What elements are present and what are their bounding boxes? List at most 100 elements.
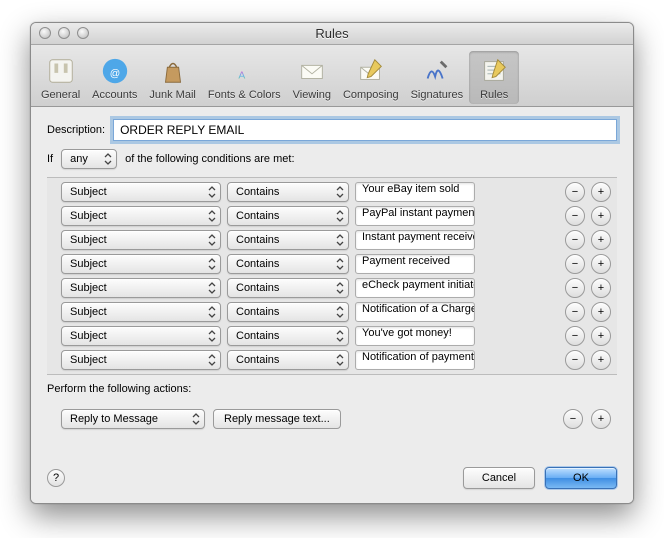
condition-field-popup[interactable]: Subject bbox=[61, 278, 221, 298]
titlebar: Rules bbox=[31, 23, 633, 45]
chevron-up-down-icon bbox=[208, 210, 216, 222]
plus-icon: + bbox=[598, 211, 604, 222]
condition-operator-popup[interactable]: Contains bbox=[227, 350, 349, 370]
close-window-button[interactable] bbox=[39, 27, 51, 39]
remove-condition-button[interactable]: − bbox=[565, 206, 585, 226]
chevron-up-down-icon bbox=[336, 186, 344, 198]
remove-condition-button[interactable]: − bbox=[565, 326, 585, 346]
add-condition-button[interactable]: + bbox=[591, 302, 611, 322]
window-controls bbox=[39, 27, 89, 39]
add-condition-button[interactable]: + bbox=[591, 230, 611, 250]
tab-composing[interactable]: Composing bbox=[337, 51, 405, 104]
condition-operator-popup[interactable]: Contains bbox=[227, 326, 349, 346]
zoom-window-button[interactable] bbox=[77, 27, 89, 39]
condition-row: Subject Contains You've got money! −+ bbox=[47, 326, 617, 346]
tab-fonts-colors[interactable]: A Fonts & Colors bbox=[202, 51, 287, 104]
description-input[interactable] bbox=[113, 119, 617, 141]
minus-icon: − bbox=[572, 235, 578, 246]
condition-value-input[interactable]: Your eBay item sold bbox=[355, 182, 475, 202]
add-condition-button[interactable]: + bbox=[591, 326, 611, 346]
condition-operator-popup[interactable]: Contains bbox=[227, 302, 349, 322]
condition-field-popup[interactable]: Subject bbox=[61, 350, 221, 370]
conditions-list: SubjectContainsYour eBay item sold−+Subj… bbox=[47, 177, 617, 375]
add-condition-button[interactable]: + bbox=[591, 206, 611, 226]
tab-viewing[interactable]: Viewing bbox=[287, 51, 337, 104]
tab-rules[interactable]: Rules bbox=[469, 51, 519, 104]
minus-icon: − bbox=[572, 283, 578, 294]
condition-field-popup[interactable]: Subject bbox=[61, 206, 221, 226]
remove-condition-button[interactable]: − bbox=[565, 350, 585, 370]
description-row: Description: bbox=[47, 119, 617, 141]
condition-value-input[interactable]: eCheck payment initiated bbox=[355, 278, 475, 298]
ok-button[interactable]: OK bbox=[545, 467, 617, 489]
signature-icon bbox=[421, 55, 453, 87]
remove-condition-button[interactable]: − bbox=[565, 230, 585, 250]
condition-field-popup[interactable]: Subject bbox=[61, 254, 221, 274]
add-condition-button[interactable]: + bbox=[591, 254, 611, 274]
chevron-up-down-icon bbox=[208, 258, 216, 270]
button-label: Reply message text... bbox=[224, 413, 330, 425]
minus-icon: − bbox=[572, 211, 578, 222]
plus-icon: + bbox=[598, 355, 604, 366]
tab-label: Accounts bbox=[92, 89, 137, 101]
condition-value-input[interactable]: Payment received bbox=[355, 254, 475, 274]
if-suffix-label: of the following conditions are met: bbox=[125, 153, 294, 165]
window-title: Rules bbox=[31, 26, 633, 41]
add-condition-button[interactable]: + bbox=[591, 182, 611, 202]
chevron-up-down-icon bbox=[208, 354, 216, 366]
actions-list: Reply to Message Reply message text... −… bbox=[47, 403, 617, 435]
tab-label: Viewing bbox=[293, 89, 331, 101]
chevron-up-down-icon bbox=[208, 306, 216, 318]
tab-label: Signatures bbox=[411, 89, 464, 101]
minus-icon: − bbox=[572, 259, 578, 270]
condition-operator-popup[interactable]: Contains bbox=[227, 230, 349, 250]
remove-condition-button[interactable]: − bbox=[565, 302, 585, 322]
tab-signatures[interactable]: Signatures bbox=[405, 51, 470, 104]
condition-value-input[interactable]: PayPal instant payment bbox=[355, 206, 475, 226]
condition-value-input[interactable]: Notification of payment bbox=[355, 350, 475, 370]
condition-value-input[interactable]: Notification of a Chargeback bbox=[355, 302, 475, 322]
condition-value-input[interactable]: You've got money! bbox=[355, 326, 475, 346]
remove-condition-button[interactable]: − bbox=[565, 278, 585, 298]
reply-text-button[interactable]: Reply message text... bbox=[213, 409, 341, 429]
condition-operator-popup[interactable]: Contains bbox=[227, 254, 349, 274]
popup-value: Contains bbox=[236, 282, 279, 294]
remove-condition-button[interactable]: − bbox=[565, 254, 585, 274]
add-condition-button[interactable]: + bbox=[591, 278, 611, 298]
preferences-toolbar: General @ Accounts Junk Mail A Fonts & C… bbox=[31, 45, 633, 107]
cancel-button[interactable]: Cancel bbox=[463, 467, 535, 489]
chevron-up-down-icon bbox=[192, 413, 200, 425]
remove-condition-button[interactable]: − bbox=[565, 182, 585, 202]
help-button[interactable]: ? bbox=[47, 469, 65, 487]
chevron-up-down-icon bbox=[208, 282, 216, 294]
condition-row: Subject Contains Instant payment received −… bbox=[47, 230, 617, 250]
condition-operator-popup[interactable]: Contains bbox=[227, 206, 349, 226]
add-action-button[interactable]: + bbox=[591, 409, 611, 429]
sheet-footer: ? Cancel OK bbox=[47, 461, 617, 489]
minimize-window-button[interactable] bbox=[58, 27, 70, 39]
rule-sheet: Description: If any of the following con… bbox=[31, 107, 633, 503]
condition-field-popup[interactable]: Subject bbox=[61, 302, 221, 322]
tab-accounts[interactable]: @ Accounts bbox=[86, 51, 143, 104]
tab-general[interactable]: General bbox=[35, 51, 86, 104]
add-condition-button[interactable]: + bbox=[591, 350, 611, 370]
popup-value: Contains bbox=[236, 258, 279, 270]
action-row: Reply to Message Reply message text... −… bbox=[61, 409, 611, 429]
condition-field-popup[interactable]: Subject bbox=[61, 230, 221, 250]
popup-value: Subject bbox=[70, 354, 107, 366]
minus-icon: − bbox=[572, 187, 578, 198]
any-all-popup[interactable]: any bbox=[61, 149, 117, 169]
condition-value-input[interactable]: Instant payment received bbox=[355, 230, 475, 250]
condition-operator-popup[interactable]: Contains bbox=[227, 278, 349, 298]
chevron-up-down-icon bbox=[336, 306, 344, 318]
tab-junk-mail[interactable]: Junk Mail bbox=[143, 51, 201, 104]
condition-field-popup[interactable]: Subject bbox=[61, 326, 221, 346]
popup-value: Contains bbox=[236, 330, 279, 342]
remove-action-button[interactable]: − bbox=[563, 409, 583, 429]
condition-field-popup[interactable]: Subject bbox=[61, 182, 221, 202]
condition-operator-popup[interactable]: Contains bbox=[227, 182, 349, 202]
action-popup[interactable]: Reply to Message bbox=[61, 409, 205, 429]
svg-text:@: @ bbox=[110, 69, 120, 80]
rules-icon bbox=[478, 55, 510, 87]
junk-bag-icon bbox=[157, 55, 189, 87]
